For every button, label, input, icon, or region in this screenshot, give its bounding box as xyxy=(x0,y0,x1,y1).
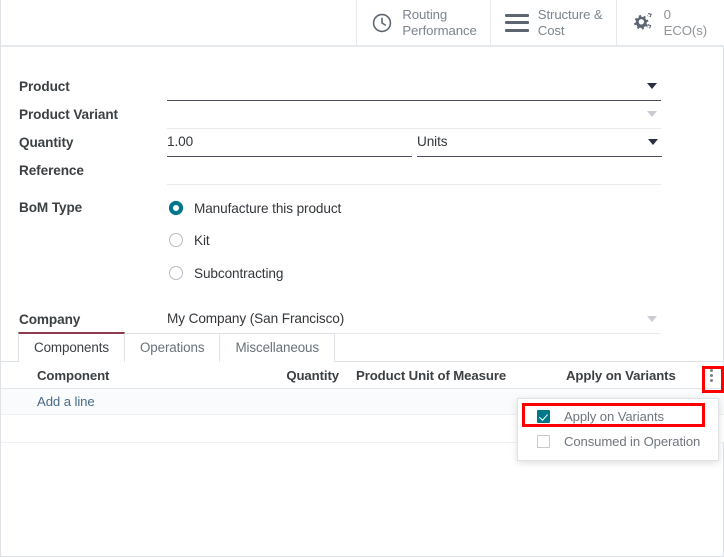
radio-icon-kit[interactable] xyxy=(169,233,183,247)
bom-form-page: Routing Performance Structure & Cost 0 EC… xyxy=(0,0,724,557)
radio-option-kit[interactable]: Kit xyxy=(1,226,724,254)
column-header-apply-on-variants[interactable]: Apply on Variants xyxy=(519,368,697,383)
field-label-company: Company xyxy=(19,312,81,327)
stat-button-bar: Routing Performance Structure & Cost 0 EC… xyxy=(1,0,724,47)
stat-bar-spacer xyxy=(1,0,358,45)
dropdown-label-consumed-in-operation: Consumed in Operation xyxy=(564,434,701,449)
eco-count: 0 xyxy=(663,7,671,22)
dropdown-item-apply-on-variants[interactable]: Apply on Variants xyxy=(518,404,718,429)
field-row-company: Company My Company (San Francisco) xyxy=(1,306,724,334)
reference-input[interactable] xyxy=(167,157,655,183)
checkbox-icon-apply-on-variants[interactable] xyxy=(537,410,550,423)
chevron-down-icon-product-variant[interactable] xyxy=(647,111,657,117)
field-label-bom-type: BoM Type xyxy=(19,200,83,215)
stat-button-structure-cost-label: Structure & Cost xyxy=(537,7,603,38)
uom-value[interactable]: Units xyxy=(417,134,448,149)
radio-icon-manufacture[interactable] xyxy=(169,201,183,215)
field-value-reference[interactable] xyxy=(167,157,661,185)
field-label-product-variant: Product Variant xyxy=(19,107,118,122)
optional-columns-dropdown: Apply on Variants Consumed in Operation xyxy=(517,398,719,461)
column-header-uom[interactable]: Product Unit of Measure xyxy=(339,368,519,383)
radio-option-subcontracting[interactable]: Subcontracting xyxy=(1,259,724,287)
notebook-tab-list: Components Operations Miscellaneous xyxy=(1,332,724,362)
clock-icon xyxy=(371,12,393,34)
field-label-reference: Reference xyxy=(19,163,84,178)
field-row-product-variant: Product Variant xyxy=(1,101,724,129)
field-label-product: Product xyxy=(19,79,70,94)
dropdown-item-consumed-in-operation[interactable]: Consumed in Operation xyxy=(518,429,718,454)
chevron-down-icon-product[interactable] xyxy=(647,83,657,89)
eco-label: ECO(s) xyxy=(663,22,707,38)
tab-operations[interactable]: Operations xyxy=(123,333,221,362)
chevron-down-icon-uom[interactable] xyxy=(648,139,658,145)
field-row-product: Product xyxy=(1,73,724,101)
field-value-product[interactable] xyxy=(167,73,661,101)
field-row-bom-type: BoM Type Manufacture this product Kit Su… xyxy=(1,195,724,287)
radio-icon-subcontracting[interactable] xyxy=(169,266,183,280)
field-value-product-variant[interactable] xyxy=(167,101,661,129)
stat-button-routing-performance[interactable]: Routing Performance xyxy=(357,0,491,45)
stat-button-ecos-label: 0 ECO(s) xyxy=(664,7,707,38)
chevron-down-icon-company[interactable] xyxy=(647,316,657,322)
add-a-line-link[interactable]: Add a line xyxy=(1,394,95,409)
checkbox-icon-consumed-in-operation[interactable] xyxy=(537,435,550,448)
field-row-quantity: Quantity 1.00 Units xyxy=(1,129,724,157)
field-row-reference: Reference xyxy=(1,157,724,185)
stat-button-ecos[interactable]: 0 ECO(s) xyxy=(616,0,724,45)
field-value-quantity[interactable]: 1.00 xyxy=(167,129,412,157)
bom-form-sheet: Product Product Variant Quantity 1.00 Un… xyxy=(1,47,724,334)
radio-label-manufacture: Manufacture this product xyxy=(194,200,342,216)
optional-columns-button[interactable] xyxy=(697,368,724,382)
field-label-quantity: Quantity xyxy=(19,135,74,150)
column-header-quantity[interactable]: Quantity xyxy=(271,368,339,383)
dropdown-label-apply-on-variants: Apply on Variants xyxy=(564,409,664,424)
list-icon xyxy=(504,13,529,32)
tab-miscellaneous[interactable]: Miscellaneous xyxy=(219,333,336,362)
stat-button-structure-cost[interactable]: Structure & Cost xyxy=(490,0,617,45)
radio-label-kit: Kit xyxy=(194,232,210,248)
quantity-value[interactable]: 1.00 xyxy=(167,134,193,149)
tab-components[interactable]: Components xyxy=(18,332,125,362)
table-header-row: Component Quantity Product Unit of Measu… xyxy=(1,362,724,389)
column-header-component[interactable]: Component xyxy=(1,368,271,383)
kebab-menu-icon[interactable] xyxy=(709,368,713,382)
field-value-company[interactable]: My Company (San Francisco) xyxy=(167,306,661,334)
field-value-uom[interactable]: Units xyxy=(417,129,662,157)
product-input[interactable] xyxy=(167,73,637,99)
company-value[interactable]: My Company (San Francisco) xyxy=(167,311,344,326)
stat-button-routing-performance-label: Routing Performance xyxy=(402,7,477,38)
gears-icon xyxy=(631,12,655,34)
radio-label-subcontracting: Subcontracting xyxy=(194,265,284,281)
product-variant-input[interactable] xyxy=(167,101,637,127)
